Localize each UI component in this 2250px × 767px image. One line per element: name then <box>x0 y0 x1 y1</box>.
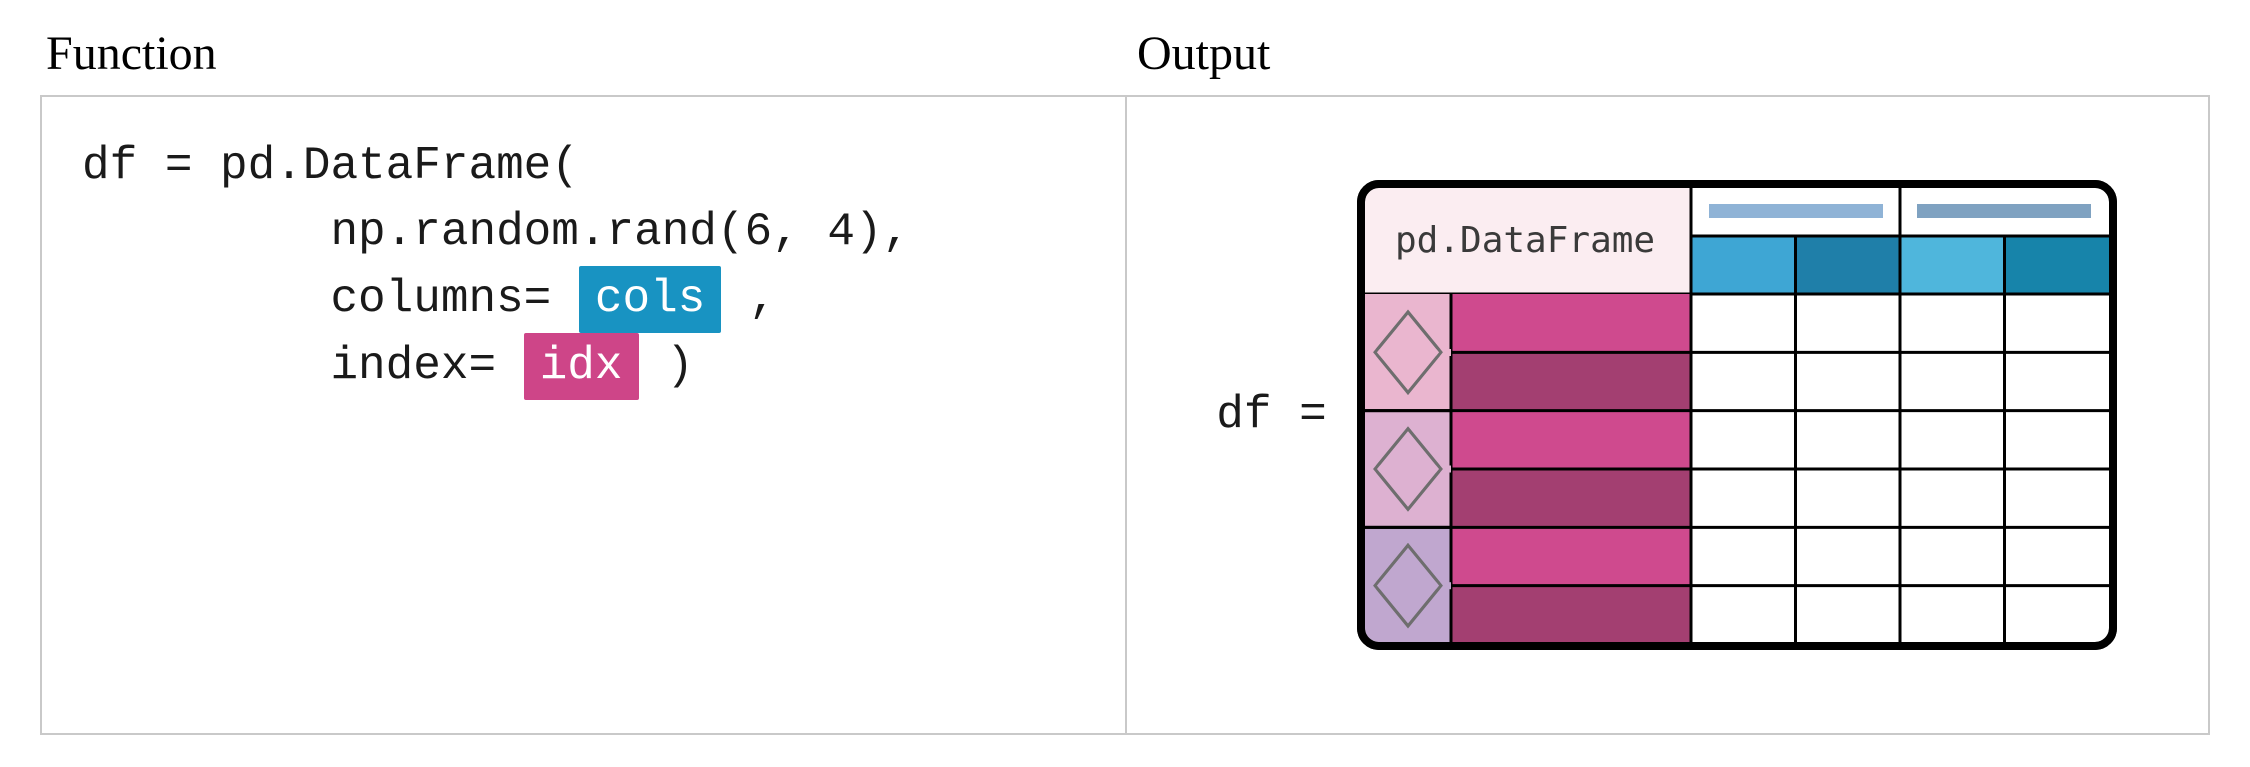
output-panel: df = pd.DataFrame <box>1125 97 2208 733</box>
panel-divider <box>1125 97 1127 733</box>
highlight-cols: cols <box>579 266 721 333</box>
header-output: Output <box>1131 28 2222 95</box>
dataframe-diagram: pd.DataFrame <box>1357 180 2117 650</box>
header-function: Function <box>40 28 1131 95</box>
output-eq-label: df = <box>1216 389 1326 441</box>
code-line-1: df = pd.DataFrame( <box>82 140 579 192</box>
page: Function Output df = pd.DataFrame( np.ra… <box>0 0 2250 767</box>
code-line-2: np.random.rand(6, 4), <box>82 206 910 258</box>
table-header-row: Function Output <box>40 28 2210 95</box>
highlight-idx: idx <box>524 333 639 400</box>
code-line-3a: columns= <box>82 273 551 325</box>
code-line-4a: index= <box>82 340 496 392</box>
code-block: df = pd.DataFrame( np.random.rand(6, 4),… <box>82 133 1085 400</box>
frame-label-text: pd.DataFrame <box>1395 220 1655 261</box>
code-line-3b: , <box>749 273 777 325</box>
panels: df = pd.DataFrame( np.random.rand(6, 4),… <box>40 95 2210 735</box>
function-panel: df = pd.DataFrame( np.random.rand(6, 4),… <box>42 97 1125 733</box>
output-content: df = pd.DataFrame <box>1165 133 2168 697</box>
code-line-4b: ) <box>666 340 694 392</box>
